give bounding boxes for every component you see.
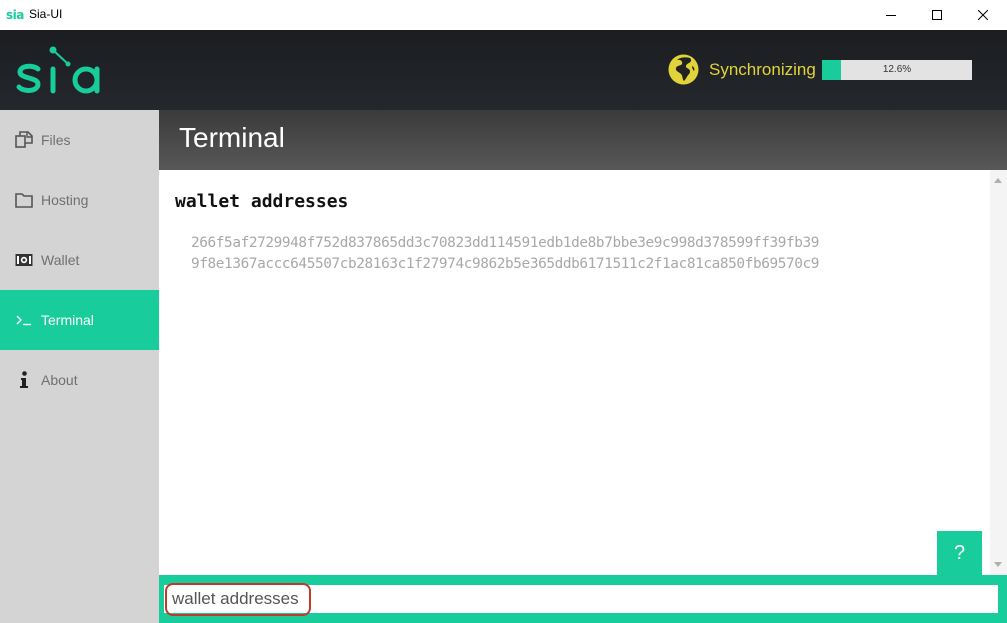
terminal-scrollbar[interactable] [990,170,1007,575]
sidebar-item-label: About [41,372,78,388]
page-header: Terminal [159,110,1007,170]
sync-progress-bar: 12.6% [822,60,972,80]
terminal-command: wallet addresses [175,191,349,212]
page-title: Terminal [179,122,285,153]
app-logo-text: sia [6,8,24,22]
close-icon [978,10,988,20]
sync-label: Synchronizing [709,60,816,79]
minimize-icon [886,15,896,16]
app-header: Synchronizing 12.6% [0,30,1007,110]
scroll-down-icon[interactable] [994,562,1002,567]
info-icon [14,370,34,390]
terminal-output: wallet addresses 266f5af2729948f752d8378… [159,170,990,575]
sidebar-item-files[interactable]: Files [0,110,159,170]
terminal-command-input[interactable] [164,585,998,613]
window-titlebar: sia Sia-UI [0,0,1007,30]
terminal-output-line: 9f8e1367accc645507cb28163c1f27974c9862b5… [191,256,820,272]
terminal-output-line: 266f5af2729948f752d837865dd3c70823dd1145… [191,235,820,251]
sync-progress-text: 12.6% [882,64,912,75]
sidebar-item-wallet[interactable]: Wallet [0,230,159,290]
sidebar-item-label: Wallet [41,252,80,268]
folder-icon [14,190,34,210]
globe-icon [668,54,699,85]
files-icon [14,130,34,150]
sia-logo-icon [16,46,100,94]
sidebar-item-label: Terminal [41,312,94,328]
window-title: Sia-UI [29,7,63,21]
maximize-button[interactable] [914,0,960,30]
maximize-icon [932,10,942,20]
help-button[interactable]: ? [937,531,982,575]
terminal-input-bar [159,575,1007,623]
sidebar-item-hosting[interactable]: Hosting [0,170,159,230]
sidebar-item-label: Hosting [41,192,89,208]
scroll-up-icon[interactable] [994,178,1002,183]
sidebar-item-about[interactable]: About [0,350,159,410]
minimize-button[interactable] [868,0,914,30]
close-button[interactable] [960,0,1006,30]
sidebar-item-terminal[interactable]: Terminal [0,290,159,350]
wallet-icon [14,250,34,270]
sidebar: Files Hosting Wallet Terminal About [0,110,159,623]
sidebar-item-label: Files [41,132,71,148]
terminal-icon [14,310,34,330]
